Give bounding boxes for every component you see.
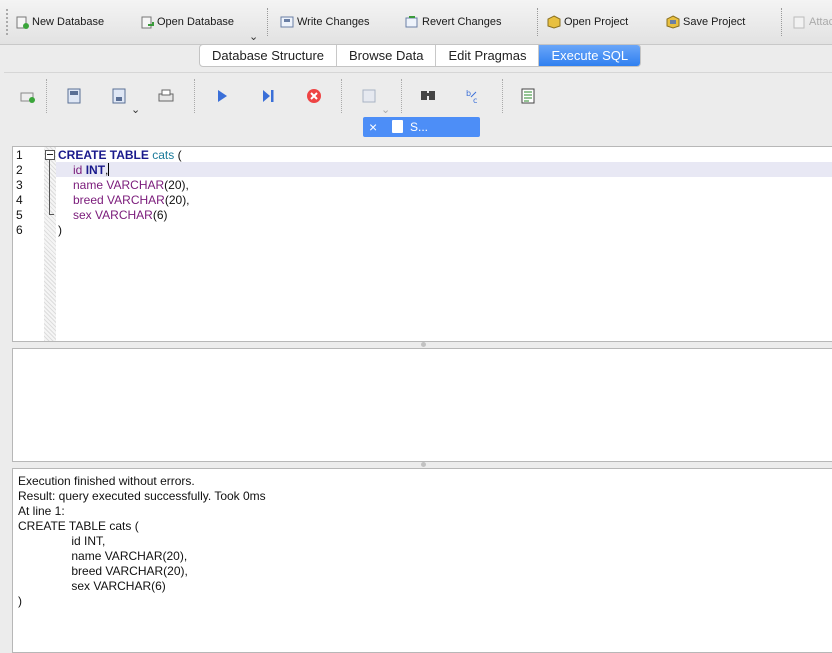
sql-editor[interactable]: 1 2 3 4 5 6 CREATE TABLE cats ( id INT, … (12, 146, 832, 342)
code-line-2: id INT, (73, 163, 110, 177)
revert-changes-icon (405, 15, 419, 29)
tab-execute-sql[interactable]: Execute SQL (539, 45, 641, 66)
close-tab-button[interactable]: × (369, 119, 377, 135)
attach-label: Attac (809, 16, 832, 28)
open-tab-icon[interactable] (19, 87, 37, 105)
message-line: Result: query executed successfully. Too… (18, 489, 266, 503)
line-number: 3 (16, 178, 23, 192)
toolbar-separator (194, 79, 196, 113)
message-line: name VARCHAR(20), (18, 549, 188, 563)
new-database-label: New Database (32, 16, 105, 28)
code-line-6: ) (58, 223, 62, 237)
save-project-button[interactable]: Save Project (666, 12, 745, 32)
results-grid[interactable] (12, 348, 832, 462)
attach-database-button[interactable]: Attac (792, 12, 832, 32)
new-database-button[interactable]: New Database (15, 12, 104, 32)
svg-text:b: b (466, 89, 471, 98)
svg-text:c: c (473, 96, 477, 105)
code-line-4: breed VARCHAR(20), (73, 193, 190, 207)
message-line: Execution finished without errors. (18, 474, 195, 488)
open-project-label: Open Project (564, 16, 629, 28)
editor-splitter[interactable] (12, 341, 832, 348)
revert-changes-button[interactable]: Revert Changes (405, 12, 502, 32)
new-database-icon (15, 15, 29, 29)
sql-editor-tab[interactable]: × S... (363, 117, 480, 137)
toolbar-separator (401, 79, 403, 113)
chevron-down-icon[interactable]: ⌄ (131, 103, 140, 116)
toolbar-separator (267, 8, 269, 36)
save-results-icon[interactable] (360, 87, 378, 105)
sql-toolbar: ⌄ ⌄ bc (4, 72, 832, 119)
line-number: 4 (16, 193, 23, 207)
write-changes-icon (280, 15, 294, 29)
document-icon (392, 120, 403, 133)
main-tabs: Database Structure Browse Data Edit Prag… (199, 44, 642, 67)
line-number: 6 (16, 223, 23, 237)
save-sql-file-icon[interactable] (110, 87, 128, 105)
line-number: 2 (16, 163, 23, 177)
fold-toggle-icon[interactable] (45, 150, 55, 160)
main-toolbar: New Database Open Database ⌄ Write Chang… (0, 0, 832, 45)
execute-line-icon[interactable] (259, 87, 277, 105)
execute-all-icon[interactable] (213, 87, 231, 105)
chevron-down-icon[interactable]: ⌄ (249, 30, 258, 43)
code-line-3: name VARCHAR(20), (73, 178, 189, 192)
stop-execution-icon[interactable] (305, 87, 323, 105)
chevron-down-icon[interactable]: ⌄ (381, 103, 390, 116)
open-database-label: Open Database (157, 16, 235, 28)
tab-edit-pragmas[interactable]: Edit Pragmas (436, 45, 540, 66)
current-line-highlight (56, 162, 832, 177)
results-splitter[interactable] (12, 461, 832, 468)
find-replace-icon[interactable]: bc (465, 87, 483, 105)
fold-margin (44, 147, 56, 341)
toolbar-separator (537, 8, 539, 36)
open-sql-file-icon[interactable] (65, 87, 83, 105)
message-pane: Execution finished without errors. Resul… (12, 468, 832, 653)
line-number: 1 (16, 148, 23, 162)
toolbar-grip[interactable] (6, 9, 10, 35)
tab-browse-data[interactable]: Browse Data (337, 45, 437, 66)
open-database-button[interactable]: Open Database (140, 12, 234, 32)
comment-lines-icon[interactable] (519, 87, 537, 105)
message-line: breed VARCHAR(20), (18, 564, 188, 578)
toolbar-separator (341, 79, 343, 113)
toolbar-separator (46, 79, 48, 113)
message-line: id INT, (18, 534, 106, 548)
message-line: At line 1: (18, 504, 65, 518)
open-database-icon (140, 15, 154, 29)
sql-tab-label: S... (410, 120, 429, 134)
open-project-button[interactable]: Open Project (547, 12, 628, 32)
find-icon[interactable] (419, 87, 437, 105)
attach-icon (792, 15, 806, 29)
toolbar-separator (502, 79, 504, 113)
open-project-icon (547, 15, 561, 29)
toolbar-separator (781, 8, 783, 36)
code-line-1: CREATE TABLE cats ( (58, 148, 182, 162)
message-line: ) (18, 594, 22, 608)
save-project-label: Save Project (683, 16, 746, 28)
text-cursor (108, 163, 110, 176)
tab-database-structure[interactable]: Database Structure (200, 45, 338, 66)
tab-bar: Database Structure Browse Data Edit Prag… (0, 44, 832, 67)
message-line: sex VARCHAR(6) (18, 579, 166, 593)
fold-line (49, 160, 50, 214)
write-changes-button[interactable]: Write Changes (280, 12, 370, 32)
write-changes-label: Write Changes (297, 16, 370, 28)
print-icon[interactable] (157, 87, 175, 105)
fold-end (49, 214, 54, 215)
line-number: 5 (16, 208, 23, 222)
message-line: CREATE TABLE cats ( (18, 519, 139, 533)
save-project-icon (666, 15, 680, 29)
code-line-5: sex VARCHAR(6) (73, 208, 168, 222)
revert-changes-label: Revert Changes (422, 16, 502, 28)
